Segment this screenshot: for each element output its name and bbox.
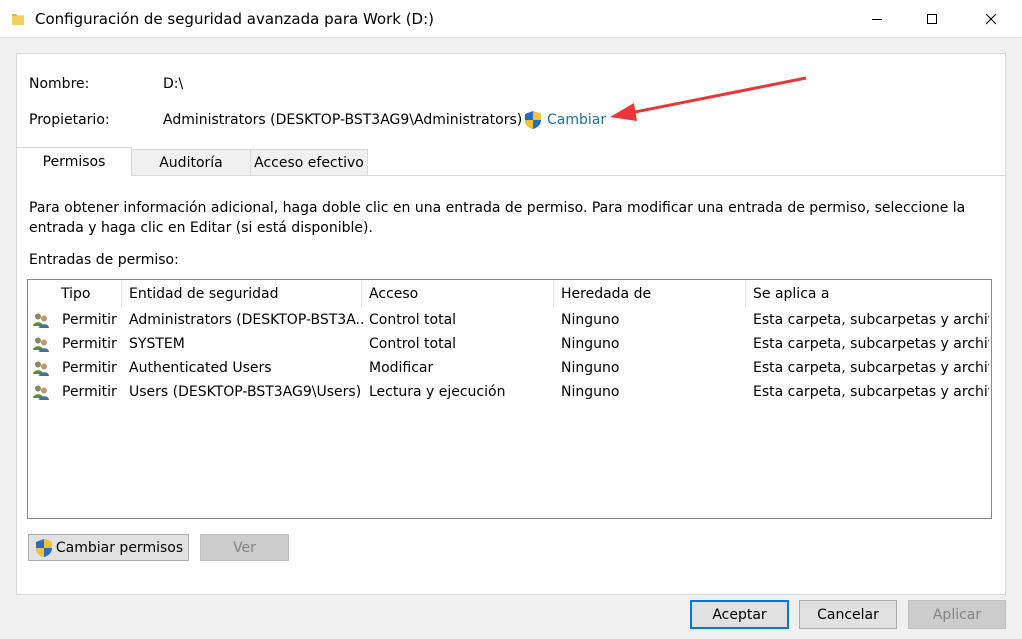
table-row[interactable]: Permitir Users (DESKTOP-BST3AG9\Users) Lec… (28, 380, 991, 404)
apply-button[interactable]: Aplicar (908, 600, 1006, 629)
cell-acceso: Control total (369, 312, 457, 328)
close-icon (985, 13, 997, 25)
view-label: Ver (233, 539, 256, 556)
permission-entries-list[interactable]: Tipo Entidad de seguridad Acceso Heredad… (27, 279, 992, 519)
info-text: Para obtener información adicional, haga… (29, 200, 966, 236)
apply-label: Aplicar (932, 606, 982, 623)
title-bar: Configuración de seguridad avanzada para… (0, 0, 1022, 38)
tab-permisos-label: Permisos (42, 154, 106, 170)
tab-auditoria[interactable]: Auditoría (131, 149, 251, 175)
name-value: D:\ (163, 76, 184, 92)
maximize-icon (927, 14, 937, 24)
column-header-label: Se aplica a (753, 286, 830, 302)
cell-tipo: Permitir (62, 312, 117, 328)
annotation-arrow (610, 76, 807, 121)
column-header-aplica[interactable]: Se aplica a (746, 280, 991, 308)
cell-entidad: Authenticated Users (129, 360, 272, 376)
folder-icon (12, 14, 24, 25)
column-header-label: Acceso (369, 286, 419, 302)
cell-heredada: Ninguno (561, 384, 620, 400)
cell-entidad: Users (DESKTOP-BST3AG9\Users) (129, 384, 362, 400)
tab-acceso-efectivo[interactable]: Acceso efectivo (250, 149, 368, 175)
cell-aplica: Esta carpeta, subcarpetas y archiv... (753, 312, 989, 328)
owner-label: Propietario: (29, 112, 110, 128)
cell-aplica: Esta carpeta, subcarpetas y archiv... (753, 384, 989, 400)
column-header-heredada[interactable]: Heredada de (554, 280, 746, 308)
column-header-label: Entidad de seguridad (129, 286, 279, 302)
cell-heredada: Ninguno (561, 360, 620, 376)
view-button[interactable]: Ver (200, 534, 289, 561)
ok-button[interactable]: Aceptar (690, 600, 789, 629)
cell-aplica: Esta carpeta, subcarpetas y archiv... (753, 336, 989, 352)
minimize-icon (872, 19, 882, 20)
entries-label: Entradas de permiso: (29, 252, 179, 268)
cell-acceso: Control total (369, 336, 457, 352)
users-group-icon (32, 384, 50, 400)
users-group-icon (32, 312, 50, 328)
cell-aplica: Esta carpeta, subcarpetas y archiv... (753, 360, 989, 376)
uac-shield-icon (525, 111, 541, 129)
tab-divider (17, 175, 1005, 176)
users-group-icon (32, 336, 50, 352)
cell-tipo: Permitir (62, 360, 117, 376)
table-row[interactable]: Permitir SYSTEM Control total Ninguno Esta c… (28, 332, 991, 356)
cell-heredada: Ninguno (561, 336, 620, 352)
list-header: Tipo Entidad de seguridad Acceso Heredad… (28, 280, 991, 308)
minimize-button[interactable] (854, 0, 900, 38)
cancel-button[interactable]: Cancelar (799, 600, 897, 629)
column-header-tipo[interactable]: Tipo (54, 280, 122, 308)
cell-tipo: Permitir (62, 336, 117, 352)
cell-entidad: SYSTEM (129, 336, 185, 352)
change-owner-link[interactable]: Cambiar (523, 110, 606, 130)
cell-acceso: Modificar (369, 360, 434, 376)
cell-entidad: Administrators (DESKTOP-BST3A... (129, 312, 363, 328)
tab-acceso-efectivo-label: Acceso efectivo (254, 154, 364, 171)
owner-value: Administrators (DESKTOP-BST3AG9\Administ… (163, 112, 523, 128)
table-row[interactable]: Permitir Administrators (DESKTOP-BST3A...… (28, 308, 991, 332)
cancel-label: Cancelar (817, 606, 879, 623)
name-label: Nombre: (29, 76, 90, 92)
table-row[interactable]: Permitir Authenticated Users Modificar Ning… (28, 356, 991, 380)
ok-label: Aceptar (712, 606, 767, 623)
change-permissions-label: Cambiar permisos (55, 539, 184, 556)
column-header-acceso[interactable]: Acceso (362, 280, 554, 308)
cell-tipo: Permitir (62, 384, 117, 400)
close-button[interactable] (968, 0, 1014, 38)
change-owner-label: Cambiar (547, 112, 607, 128)
column-header-label: Heredada de (561, 286, 652, 302)
tab-permisos[interactable]: Permisos (16, 147, 132, 176)
column-header-entidad[interactable]: Entidad de seguridad (122, 280, 362, 308)
column-header-label: Tipo (61, 286, 91, 302)
change-permissions-button[interactable]: Cambiar permisos (28, 534, 189, 561)
users-group-icon (32, 360, 50, 376)
cell-heredada: Ninguno (561, 312, 620, 328)
window-title: Configuración de seguridad avanzada para… (35, 10, 435, 28)
uac-shield-icon (35, 538, 52, 557)
cell-acceso: Lectura y ejecución (369, 384, 506, 400)
maximize-button[interactable] (909, 0, 955, 38)
tab-auditoria-label: Auditoría (159, 154, 223, 171)
